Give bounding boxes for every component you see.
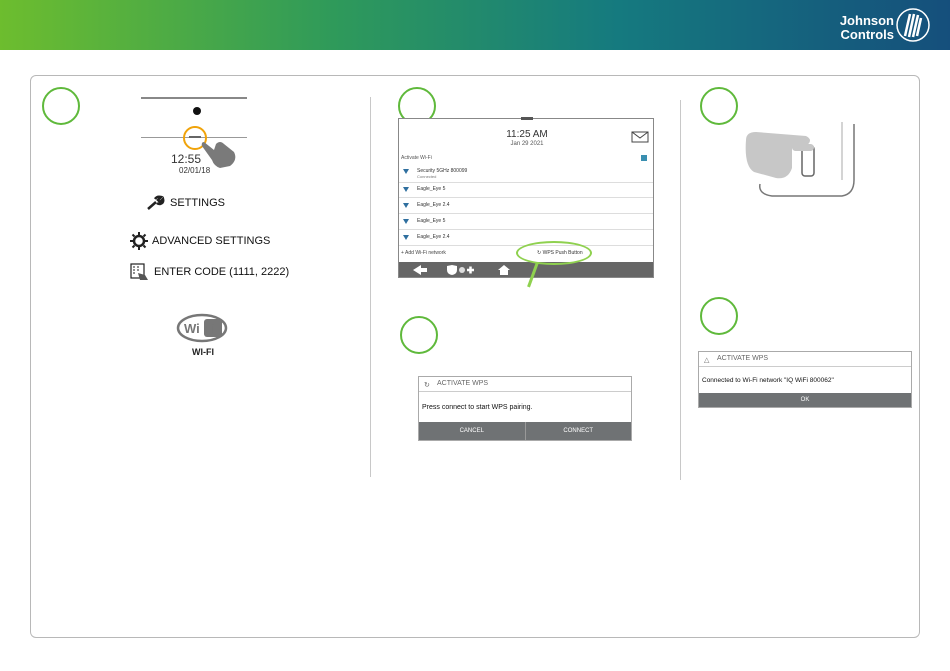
settings-row[interactable]: SETTINGS xyxy=(146,195,225,211)
security-icons[interactable] xyxy=(445,264,475,276)
panel-time: 12:55 xyxy=(171,152,202,166)
column-divider-1 xyxy=(370,97,371,477)
dialog-button-bar: OK xyxy=(699,393,911,407)
settings-label: SETTINGS xyxy=(170,197,226,209)
camera-dot xyxy=(193,107,201,115)
wifi-signal-icon xyxy=(403,169,409,174)
keypad-hand-icon xyxy=(130,263,148,280)
enter-code-row[interactable]: ENTER CODE (1111, 2222) xyxy=(130,263,289,281)
network-row[interactable]: Eagle_Eye 2.4 xyxy=(399,199,653,214)
network-row[interactable]: Eagle_Eye 5 xyxy=(399,183,653,198)
enter-code-label: ENTER CODE (1111, 2222) xyxy=(154,266,290,278)
brand-line-2: Controls xyxy=(840,27,894,42)
wps-icon: ↻ xyxy=(424,382,430,389)
wifi-logo-icon: Wi Fi xyxy=(176,313,228,343)
home-icon[interactable] xyxy=(497,264,511,276)
dialog-message: Connected to Wi-Fi network "IQ WiFi 8000… xyxy=(702,377,834,384)
wrench-icon xyxy=(147,195,165,210)
bottom-nav-bar xyxy=(399,262,653,277)
warning-icon: △ xyxy=(704,357,710,364)
back-arrow-icon[interactable] xyxy=(411,264,429,276)
dialog-title: ↻ ACTIVATE WPS xyxy=(419,377,631,392)
dialog-title: △ ACTIVATE WPS xyxy=(699,352,911,367)
brand-mark-icon xyxy=(896,8,930,42)
screen-time: 11:25 AM xyxy=(506,129,548,140)
pointing-hand-icon xyxy=(201,142,236,168)
wifi-logo-text: Wi Fi xyxy=(184,321,215,336)
wps-connected-dialog: △ ACTIVATE WPS Connected to Wi-Fi networ… xyxy=(698,351,912,408)
connect-button[interactable]: CONNECT xyxy=(526,422,632,440)
dialog-message: Press connect to start WPS pairing. xyxy=(422,404,533,411)
page: Johnson Controls 12:55 02/01/18 SETTINGS… xyxy=(0,0,950,671)
add-wifi-network-link[interactable]: + Add Wi-Fi network xyxy=(401,250,446,256)
header-band: Johnson Controls xyxy=(0,0,950,50)
advanced-settings-label: ADVANCED SETTINGS xyxy=(152,235,271,247)
wifi-signal-icon xyxy=(403,219,409,224)
brand-logo: Johnson Controls xyxy=(826,6,936,46)
wifi-signal-icon xyxy=(403,235,409,240)
gear-icon xyxy=(130,232,148,250)
wifi-signal-icon xyxy=(403,187,409,192)
step-circle-1 xyxy=(42,87,80,125)
brand-line-1: Johnson xyxy=(839,13,894,28)
wps-button-highlight xyxy=(516,241,592,265)
activate-wifi-checkbox[interactable] xyxy=(641,155,647,161)
activate-wps-dialog: ↻ ACTIVATE WPS Press connect to start WP… xyxy=(418,376,632,441)
network-row[interactable]: Eagle_Eye 5 xyxy=(399,215,653,230)
wifi-label: WI-FI xyxy=(192,347,214,357)
advanced-settings-row[interactable]: ADVANCED SETTINGS xyxy=(130,232,270,250)
wifi-signal-icon xyxy=(403,203,409,208)
activate-wifi-label: Activate Wi-Fi xyxy=(401,155,432,161)
step-circle-4 xyxy=(700,87,738,125)
network-row[interactable]: Security 5GHz 800099 Connected xyxy=(399,165,653,183)
column-divider-2 xyxy=(680,100,681,480)
wifi-logo[interactable]: Wi Fi xyxy=(176,313,230,343)
dialog-button-bar: CANCEL CONNECT xyxy=(419,422,631,440)
mail-icon[interactable] xyxy=(631,131,649,143)
screen-date: Jan 29 2021 xyxy=(510,141,544,147)
step-circle-3 xyxy=(400,316,438,354)
router-wps-press-illustration xyxy=(745,122,855,197)
ok-button[interactable]: OK xyxy=(699,393,911,407)
step-circle-5 xyxy=(700,297,738,335)
cancel-button[interactable]: CANCEL xyxy=(419,422,526,440)
